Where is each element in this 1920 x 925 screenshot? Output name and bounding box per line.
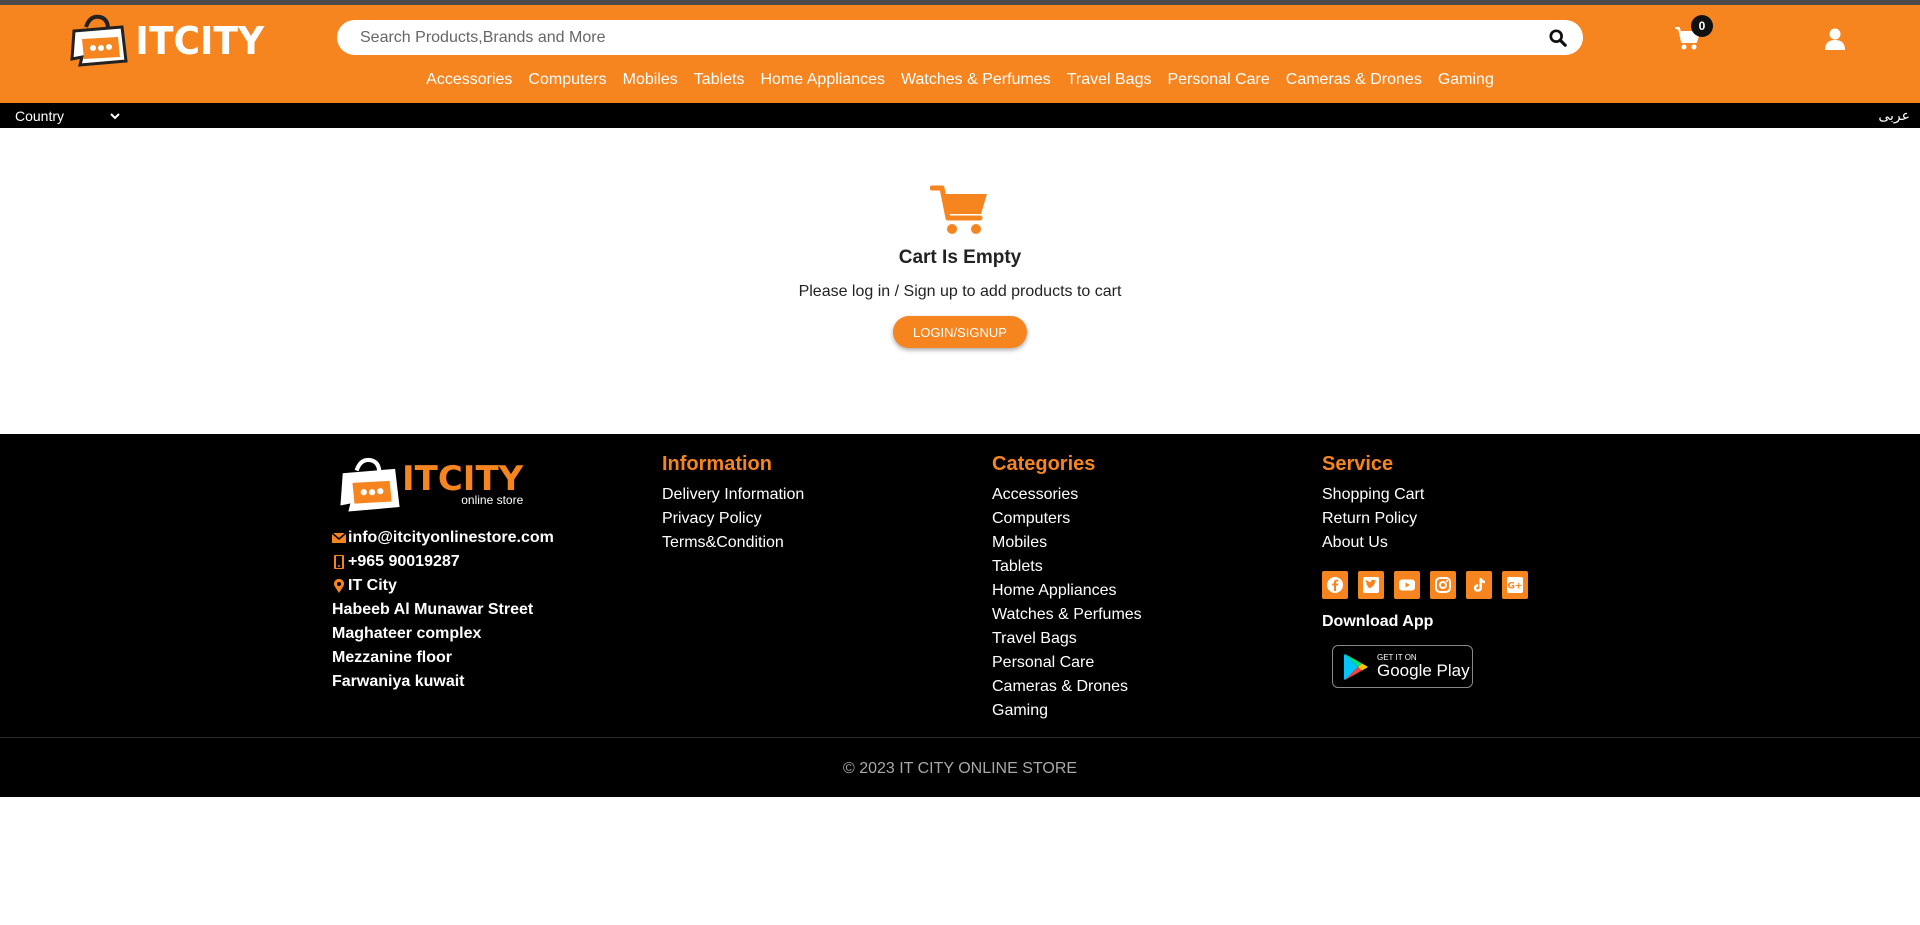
footer-logo-text: ITCITY — [402, 459, 524, 499]
nav-cameras-drones[interactable]: Cameras & Drones — [1286, 71, 1422, 89]
footer-link-privacy-policy[interactable]: Privacy Policy — [662, 507, 804, 531]
footer-link-shopping-cart[interactable]: Shopping Cart — [1322, 483, 1538, 507]
nav-personal-care[interactable]: Personal Care — [1167, 71, 1269, 89]
nav-computers[interactable]: Computers — [528, 71, 606, 89]
main-content: Cart Is Empty Please log in / Sign up to… — [0, 128, 1920, 434]
user-icon[interactable] — [1825, 28, 1845, 50]
footer-category-link[interactable]: Tablets — [992, 555, 1142, 579]
empty-cart-title: Cart Is Empty — [898, 247, 1022, 268]
footer-category-link[interactable]: Home Appliances — [992, 579, 1142, 603]
svg-text:G+: G+ — [1508, 582, 1523, 592]
mobile-phone-icon — [334, 555, 344, 569]
contact-phone-text: +965 90019287 — [348, 553, 460, 570]
footer-category-link[interactable]: Personal Care — [992, 651, 1142, 675]
footer-logo[interactable]: ITCITY online store — [338, 456, 554, 514]
nav-home-appliances[interactable]: Home Appliances — [761, 71, 886, 89]
service-heading: Service — [1322, 453, 1394, 475]
shopping-bag-logo-icon — [340, 457, 400, 512]
site-logo[interactable]: ITCITY — [68, 13, 268, 69]
search-bar — [337, 20, 1583, 55]
country-select[interactable]: Country — [15, 108, 120, 124]
country-select-label: Country — [15, 107, 65, 124]
google-play-big-text: Google Play — [1377, 661, 1470, 680]
nav-accessories[interactable]: Accessories — [426, 71, 512, 89]
google-plus-icon[interactable]: G+ — [1502, 571, 1528, 599]
tiktok-icon[interactable] — [1466, 571, 1492, 599]
address-line: Mezzanine floor — [332, 649, 453, 666]
copyright-text: © 2023 IT CITY ONLINE STORE — [842, 760, 1078, 777]
cart-count-badge: 0 — [1691, 15, 1713, 37]
nav-watches-perfumes[interactable]: Watches & Perfumes — [901, 71, 1051, 89]
search-icon[interactable] — [1549, 28, 1567, 47]
envelope-icon — [332, 532, 346, 543]
sub-bar: Country عربى — [0, 103, 1920, 128]
contact-phone[interactable]: +965 90019287 — [332, 550, 554, 574]
footer-link-return-policy[interactable]: Return Policy — [1322, 507, 1538, 531]
empty-cart-icon — [930, 185, 987, 234]
footer-category-link[interactable]: Gaming — [992, 699, 1142, 723]
map-pin-icon — [334, 579, 344, 593]
download-app-label: Download App — [1322, 613, 1434, 630]
information-heading: Information — [662, 453, 772, 475]
logo-text: ITCITY — [135, 19, 265, 63]
footer-category-link[interactable]: Accessories — [992, 483, 1142, 507]
address-line: Maghateer complex — [332, 625, 482, 642]
empty-cart-panel: Cart Is Empty Please log in / Sign up to… — [0, 184, 1920, 348]
contact-email-text: info@itcityonlinestore.com — [348, 529, 554, 546]
footer-service-column: Service Shopping Cart Return Policy Abou… — [1322, 434, 1538, 688]
twitter-icon[interactable] — [1358, 571, 1384, 599]
footer-category-link[interactable]: Travel Bags — [992, 627, 1142, 651]
nav-tablets[interactable]: Tablets — [694, 71, 745, 89]
google-play-icon — [1344, 653, 1368, 680]
site-footer: ITCITY online store info@itcityonlinesto… — [0, 434, 1920, 797]
nav-mobiles[interactable]: Mobiles — [623, 71, 678, 89]
facebook-icon[interactable] — [1322, 571, 1348, 599]
shopping-bag-logo-icon — [70, 14, 128, 67]
footer-contact-column: ITCITY online store info@itcityonlinesto… — [332, 456, 554, 694]
categories-heading: Categories — [992, 453, 1096, 475]
instagram-icon[interactable] — [1430, 571, 1456, 599]
google-play-badge[interactable]: GET IT ON Google Play — [1332, 645, 1473, 688]
category-nav: Accessories Computers Mobiles Tablets Ho… — [0, 71, 1920, 89]
chevron-down-icon — [110, 112, 120, 119]
address-line: Habeeb Al Munawar Street — [332, 601, 534, 618]
contact-email[interactable]: info@itcityonlinestore.com — [332, 526, 554, 550]
site-header: ITCITY 0 Accessories Computers Mobiles T… — [0, 5, 1920, 103]
footer-category-link[interactable]: Watches & Perfumes — [992, 603, 1142, 627]
footer-divider — [0, 737, 1920, 738]
nav-gaming[interactable]: Gaming — [1438, 71, 1494, 89]
contact-info: info@itcityonlinestore.com +965 90019287… — [332, 526, 554, 694]
footer-link-about-us[interactable]: About Us — [1322, 531, 1538, 555]
nav-travel-bags[interactable]: Travel Bags — [1067, 71, 1152, 89]
contact-location: IT City — [332, 574, 554, 598]
footer-category-link[interactable]: Cameras & Drones — [992, 675, 1142, 699]
search-input[interactable] — [360, 28, 1549, 47]
login-signup-button[interactable]: LOGIN/SIGNUP — [893, 316, 1027, 348]
language-link[interactable]: عربى — [1878, 107, 1910, 124]
empty-cart-message: Please log in / Sign up to add products … — [798, 283, 1122, 300]
footer-categories-column: Categories Accessories Computers Mobiles… — [992, 434, 1142, 723]
footer-link-terms[interactable]: Terms&Condition — [662, 531, 804, 555]
address-line: Farwaniya kuwait — [332, 673, 465, 690]
footer-link-delivery-information[interactable]: Delivery Information — [662, 483, 804, 507]
social-links: G+ — [1322, 571, 1538, 599]
youtube-icon[interactable] — [1394, 571, 1420, 599]
footer-information-column: Information Delivery Information Privacy… — [662, 434, 804, 555]
footer-category-link[interactable]: Computers — [992, 507, 1142, 531]
contact-location-name: IT City — [348, 577, 397, 594]
footer-category-link[interactable]: Mobiles — [992, 531, 1142, 555]
